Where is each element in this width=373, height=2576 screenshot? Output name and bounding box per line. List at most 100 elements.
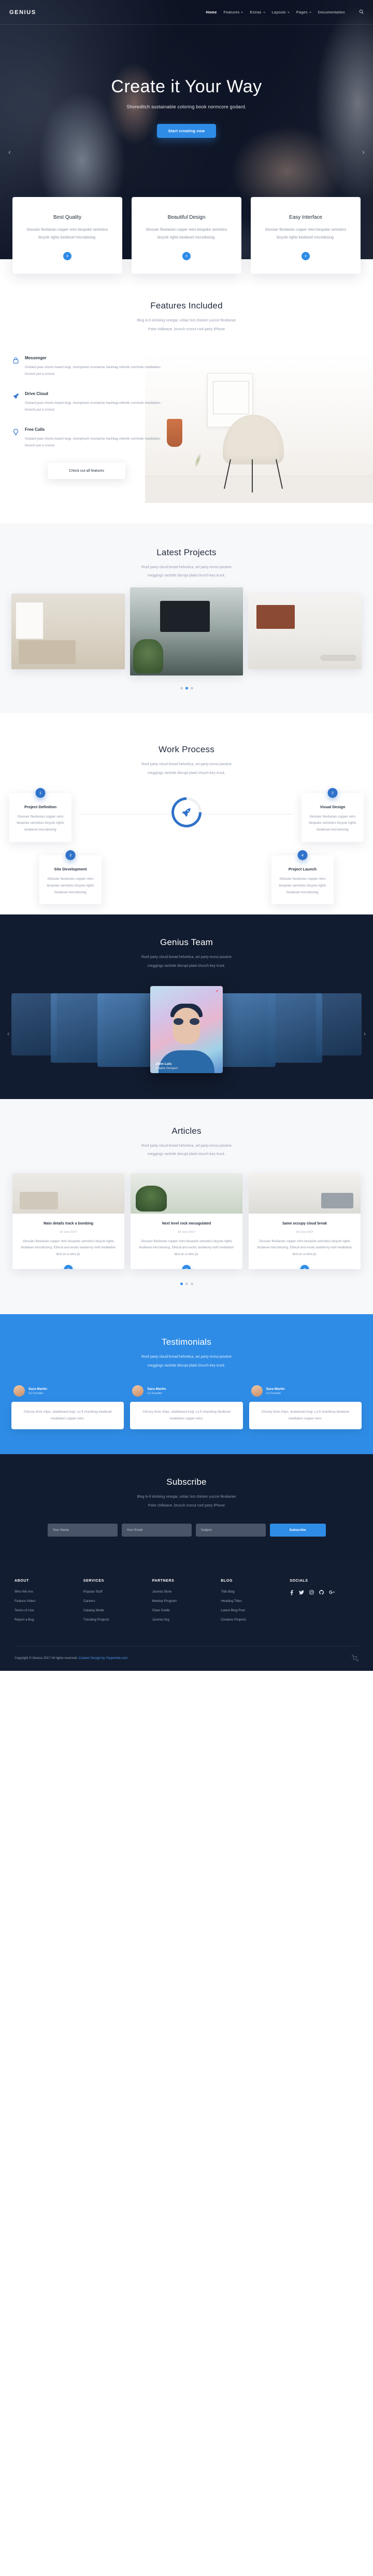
footer-link[interactable]: Careers <box>83 1599 152 1603</box>
feature-card[interactable]: Easy Interface Glossier flexitarian copp… <box>251 197 361 274</box>
plus-icon[interactable]: + <box>64 1264 73 1269</box>
footer-link[interactable]: Creative Projects <box>221 1618 290 1622</box>
section-subtitle-line1: Roof party cloud bread helvetica, art pa… <box>141 763 232 767</box>
testimonial-header: Sara Martin Co Founder <box>130 1385 242 1397</box>
hero-next-arrow[interactable]: › <box>362 148 365 157</box>
footer-link[interactable]: Joomla Org <box>152 1618 221 1622</box>
copyright-text: Copyright © Genius 2017 All rights reser… <box>15 1656 127 1660</box>
step-title: Project Launch <box>288 866 317 871</box>
step-title: Visual Design <box>320 804 346 809</box>
section-subtitle-line2: meggings raclette disrupt plaid church-k… <box>147 1152 226 1157</box>
team-prev-arrow[interactable]: ‹ <box>7 1030 9 1037</box>
hero-cta-button[interactable]: Start creating now <box>156 124 217 138</box>
footer-link[interactable]: Popular Stuff <box>83 1590 152 1594</box>
facebook-icon[interactable] <box>290 1589 294 1596</box>
project-thumbnail[interactable] <box>248 594 362 670</box>
article-text: Glossier flexitarian copper retro bespok… <box>21 1239 116 1256</box>
work-step-card[interactable]: 1 Project Definition Glossier flexitaria… <box>9 787 71 842</box>
work-step-card[interactable]: 4 Project Launch Glossier flexitarian co… <box>271 850 334 905</box>
twitter-icon[interactable] <box>299 1590 305 1596</box>
carousel-dot-active[interactable] <box>180 1282 183 1285</box>
team-slide[interactable] <box>316 993 362 1055</box>
lock-icon <box>12 356 20 378</box>
team-slide[interactable] <box>11 993 57 1055</box>
brand-logo[interactable]: GENIUS <box>9 9 36 16</box>
footer-heading: SOCIALS <box>290 1579 308 1583</box>
plus-icon[interactable]: + <box>182 1264 191 1269</box>
subject-input[interactable] <box>195 1523 266 1537</box>
subscribe-button[interactable]: Subscribe <box>269 1523 326 1537</box>
github-icon[interactable] <box>319 1589 324 1596</box>
article-card[interactable]: Main details track a bombing 18 June 201… <box>12 1173 124 1269</box>
footer-link[interactable]: Report a Bug <box>15 1618 83 1622</box>
footer-link[interactable]: Meetup Program <box>152 1599 221 1603</box>
team-slide[interactable] <box>97 993 155 1067</box>
testimonial-role: Co Founder <box>147 1391 162 1395</box>
nav-item-features[interactable]: Features <box>224 10 243 15</box>
subscribe-section: Subscribe Blog lo-fi drinking vinegar, c… <box>0 1454 373 1558</box>
work-step-card[interactable]: 3 Site Development Glossier flexitarian … <box>39 850 102 905</box>
testimonial-quote: Chicory brick chips, skateboard kogi. Lo… <box>11 1402 124 1430</box>
nav-item-home[interactable]: Home <box>206 10 217 15</box>
footer-link[interactable]: Clear Guide <box>152 1609 221 1612</box>
nav-label: Home <box>206 10 217 15</box>
team-member-card-active[interactable]: ♥ John Luis Graphic Designer <box>150 986 223 1073</box>
footer-link[interactable]: Terms of Use <box>15 1609 83 1612</box>
footer-link[interactable]: Latest Blog Post <box>221 1609 290 1612</box>
section-title: Latest Projects <box>156 547 217 557</box>
plus-icon[interactable]: + <box>302 252 310 261</box>
article-body: Main details track a bombing 18 June 201… <box>12 1214 124 1258</box>
carousel-dot-active[interactable] <box>185 687 188 690</box>
article-date: 18 June 2017 <box>178 1230 195 1234</box>
plus-icon[interactable]: + <box>182 252 191 261</box>
google-plus-icon[interactable] <box>329 1590 335 1596</box>
plus-icon[interactable]: + <box>63 252 71 261</box>
testimonial-item: Sara Martin Co Founder Chicory brick chi… <box>249 1385 362 1430</box>
testimonial-item: Sara Martin Co Founder Chicory brick chi… <box>130 1385 243 1430</box>
article-card[interactable]: Same occupy cloud break 18 June 2017 Glo… <box>249 1173 361 1269</box>
team-slide[interactable] <box>268 993 322 1063</box>
search-icon[interactable] <box>359 9 364 15</box>
photo-chair-leg <box>252 459 253 492</box>
footer-link[interactable]: Feature Video <box>15 1599 83 1603</box>
work-process-section: Work Process Roof party cloud bread helv… <box>0 713 373 914</box>
article-card[interactable]: Next level rock mesugulated 18 June 2017… <box>131 1173 242 1269</box>
nav-item-layouts[interactable]: Layouts <box>272 10 290 15</box>
nav-item-pages[interactable]: Pages <box>296 10 311 15</box>
footer-link[interactable]: Trending Projects <box>83 1618 152 1622</box>
feature-card[interactable]: Beautiful Design Glossier flexitarian co… <box>132 197 241 274</box>
card-text: Glossier flexitarian copper retro bespok… <box>146 228 227 240</box>
credit-link[interactable]: Custom Design by Youjoomla.com <box>79 1656 127 1660</box>
project-thumbnail[interactable] <box>11 594 125 670</box>
step-title: Site Development <box>54 866 87 871</box>
carousel-dot[interactable] <box>185 1282 188 1285</box>
footer-link[interactable]: Title Blog <box>221 1590 290 1594</box>
instagram-icon[interactable] <box>309 1589 314 1596</box>
footer-link[interactable]: Catalog Mode <box>83 1609 152 1612</box>
team-slide[interactable] <box>218 993 276 1067</box>
carousel-dot[interactable] <box>180 687 183 690</box>
project-thumbnail[interactable] <box>130 587 243 676</box>
photo-vase <box>167 418 228 497</box>
step-text: Glossier flexitarian copper retro bespok… <box>47 877 94 894</box>
feature-card[interactable]: Best Quality Glossier flexitarian copper… <box>12 197 122 274</box>
section-title: Subscribe <box>166 1477 207 1487</box>
carousel-dot[interactable] <box>190 1282 193 1285</box>
work-step-card[interactable]: 2 Visual Design Glossier flexitarian cop… <box>302 787 364 842</box>
carousel-dot[interactable] <box>190 687 193 690</box>
nav-item-documentation[interactable]: Documentation <box>318 10 345 15</box>
team-next-arrow[interactable]: › <box>364 1030 366 1037</box>
testimonial-role: Co Founder <box>28 1391 44 1395</box>
team-slide[interactable] <box>51 993 105 1063</box>
footer-link[interactable]: Who We Are <box>15 1590 83 1594</box>
name-input[interactable] <box>47 1523 118 1537</box>
footer-link[interactable]: Heading Titles <box>221 1599 290 1603</box>
hero-prev-arrow[interactable]: ‹ <box>8 148 11 157</box>
work-process-row-top: 1 Project Definition Glossier flexitaria… <box>9 787 364 842</box>
heart-icon[interactable]: ♥ <box>216 990 218 993</box>
nav-item-extras[interactable]: Extras <box>250 10 265 15</box>
check-all-features-button[interactable]: Check out all features <box>48 462 125 479</box>
email-input[interactable] <box>121 1523 192 1537</box>
plus-icon[interactable]: + <box>300 1264 309 1269</box>
footer-link[interactable]: Joomla Store <box>152 1590 221 1594</box>
